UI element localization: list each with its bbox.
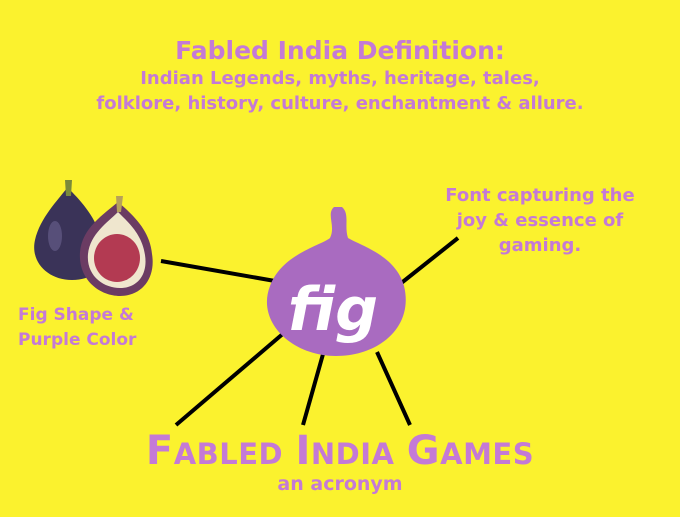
half-fig-pulp: [94, 234, 140, 282]
page-title: Fabled India Definition:: [175, 36, 505, 65]
acronym-title: FABLED INDIA GAMES: [0, 428, 680, 474]
acronym-word-fabled: FABLED: [145, 428, 284, 474]
whole-fig-shine: [48, 221, 62, 251]
connector-acronym-g: [375, 351, 412, 426]
connector-fig-image: [160, 259, 276, 283]
acronym-word-games: GAMES: [406, 428, 535, 474]
font-note-line: joy & essence of: [456, 210, 624, 231]
acronym-caption: an acronym: [277, 473, 403, 495]
whole-fig-stem: [65, 180, 72, 196]
acronym-word-india: INDIA: [295, 428, 395, 474]
font-note-line: Font capturing the: [445, 185, 635, 206]
definition-line-1: Indian Legends, myths, heritage, tales,: [140, 68, 540, 89]
connector-acronym-f: [174, 330, 287, 427]
font-note: Font capturing the joy & essence of gami…: [420, 183, 660, 258]
definition-line-2: folklore, history, culture, enchantment …: [96, 93, 584, 114]
fig-logo: fig: [266, 207, 406, 356]
fig-fruit-illustration: [34, 180, 153, 296]
fig-logo-text: fig: [288, 275, 378, 345]
font-note-line: gaming.: [498, 235, 582, 256]
shape-color-note-line: Purple Color: [18, 330, 137, 350]
shape-color-note-line: Fig Shape &: [18, 305, 134, 325]
shape-color-note: Fig Shape & Purple Color: [18, 303, 178, 353]
